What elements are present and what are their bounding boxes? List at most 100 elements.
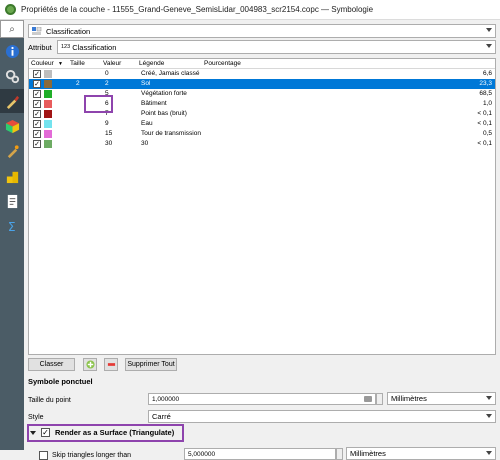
header-percentage: Pourcentage [204,60,241,67]
class-legend[interactable]: Point bas (bruit) [141,110,187,117]
class-legend[interactable]: Sol [141,80,150,87]
skip-triangles-unit-select[interactable]: Millimètres [346,447,496,460]
class-legend[interactable]: Tour de transmission [141,130,201,137]
sidebar-item-elevation[interactable] [0,164,24,188]
sort-indicator-icon: ▼ [58,61,63,67]
class-visibility-checkbox[interactable]: ✓ [33,90,41,98]
chevron-down-icon [486,28,492,32]
sidebar-item-statistics[interactable]: Σ [0,214,24,238]
class-value: 15 [105,130,113,137]
point-size-unit-value: Millimètres [391,394,427,403]
class-visibility-checkbox[interactable]: ✓ [33,130,41,138]
class-legend[interactable]: Créé, Jamais classé [141,70,200,77]
svg-text:Σ: Σ [7,220,15,234]
class-legend[interactable]: Bâtiment [141,100,167,107]
chevron-down-icon [486,44,492,48]
class-visibility-checkbox[interactable]: ✓ [33,70,41,78]
class-color-swatch[interactable] [44,140,52,148]
remove-icon [107,363,115,366]
window-title: Propriétés de la couche - 11555_Grand-Ge… [21,5,374,14]
annotation-highlight-size [84,95,113,113]
class-value: 2 [105,80,109,87]
point-size-unit-select[interactable]: Millimètres [387,392,496,405]
class-percentage: < 0,1 [477,140,492,147]
style-select[interactable]: Carré [148,410,496,423]
symbology-icon [6,95,19,109]
attribute-select[interactable]: 123 Classification [57,40,496,54]
sidebar-item-rendering[interactable] [0,139,24,163]
class-color-swatch[interactable] [44,70,52,78]
statistics-icon: Σ [7,220,15,234]
numeric-type-badge: 123 [61,44,71,50]
sidebar-item-source[interactable] [0,64,24,88]
class-value: 0 [105,70,109,77]
classification-renderer-icon [32,26,42,35]
header-value: Valeur [103,60,122,67]
class-value: 30 [105,140,113,147]
delete-all-button[interactable]: Supprimer Tout [125,358,177,371]
table-row[interactable]: ✓ 0 Créé, Jamais classé 6,6 [29,69,495,79]
sidebar: ⌕ Σ [0,20,24,450]
search-icon: ⌕ [9,23,15,35]
section-title-point-symbol: Symbole ponctuel [28,377,93,386]
style-label: Style [28,414,44,421]
annotation-highlight-surface [27,424,184,442]
class-visibility-checkbox[interactable]: ✓ [33,140,41,148]
class-color-swatch[interactable] [44,110,52,118]
class-percentage: < 0,1 [477,110,492,117]
class-size[interactable]: 2 [76,80,80,87]
table-header: Couleur ▼ Taille Valeur Légende Pourcent… [29,59,495,69]
chevron-down-icon [486,451,492,455]
title-bar: Propriétés de la couche - 11555_Grand-Ge… [0,0,500,20]
table-actions: Classer Supprimer Tout [28,358,496,373]
class-visibility-checkbox[interactable]: ✓ [33,110,41,118]
class-percentage: 1,0 [482,100,492,107]
classify-button[interactable]: Classer [28,358,75,371]
renderer-value: Classification [46,26,91,36]
elevation-icon [6,171,18,183]
class-color-swatch[interactable] [44,80,52,88]
chevron-down-icon [486,414,492,418]
point-size-spinner[interactable] [376,393,383,405]
class-visibility-checkbox[interactable]: ✓ [33,80,41,88]
add-class-button[interactable] [83,358,97,371]
class-percentage: 23,3 [479,80,492,87]
sidebar-item-metadata[interactable] [0,189,24,213]
point-size-label: Taille du point [28,397,71,404]
sidebar-item-3d-view[interactable] [0,114,24,138]
renderer-select[interactable]: Classification [28,24,496,38]
add-icon [85,360,95,369]
clear-icon[interactable] [364,396,372,402]
header-color: Couleur [31,60,54,67]
class-color-swatch[interactable] [44,120,52,128]
attribute-value: Classification [72,42,117,52]
skip-triangles-label: Skip triangles longer than [52,452,131,459]
class-visibility-checkbox[interactable]: ✓ [33,100,41,108]
class-visibility-checkbox[interactable]: ✓ [33,120,41,128]
3d-view-icon [5,119,19,133]
sidebar-item-symbology[interactable] [0,89,24,113]
sidebar-search[interactable]: ⌕ [0,20,24,38]
class-legend[interactable]: Végétation forte [141,90,187,97]
class-percentage: < 0,1 [477,120,492,127]
source-icon [5,69,19,83]
chevron-down-icon [486,396,492,400]
table-row[interactable]: ✓ 9 Eau < 0,1 [29,119,495,129]
table-row[interactable]: ✓ 2 2 Sol 23,3 [29,79,495,89]
class-percentage: 6,6 [482,70,492,77]
table-row[interactable]: ✓ 30 30 < 0,1 [29,139,495,149]
class-color-swatch[interactable] [44,90,52,98]
class-color-swatch[interactable] [44,130,52,138]
skip-triangles-checkbox[interactable] [39,451,48,460]
class-color-swatch[interactable] [44,100,52,108]
remove-class-button[interactable] [104,358,118,371]
class-legend[interactable]: 30 [141,140,148,147]
skip-unit-value: Millimètres [350,449,386,458]
point-size-input[interactable]: 1,000000 [148,393,376,405]
table-row[interactable]: ✓ 15 Tour de transmission 0,5 [29,129,495,139]
class-value: 9 [105,120,109,127]
class-legend[interactable]: Eau [141,120,153,127]
symbology-panel: Classification Attribut 123 Classificati… [24,20,500,460]
information-icon [5,44,19,58]
sidebar-item-information[interactable] [0,39,24,63]
